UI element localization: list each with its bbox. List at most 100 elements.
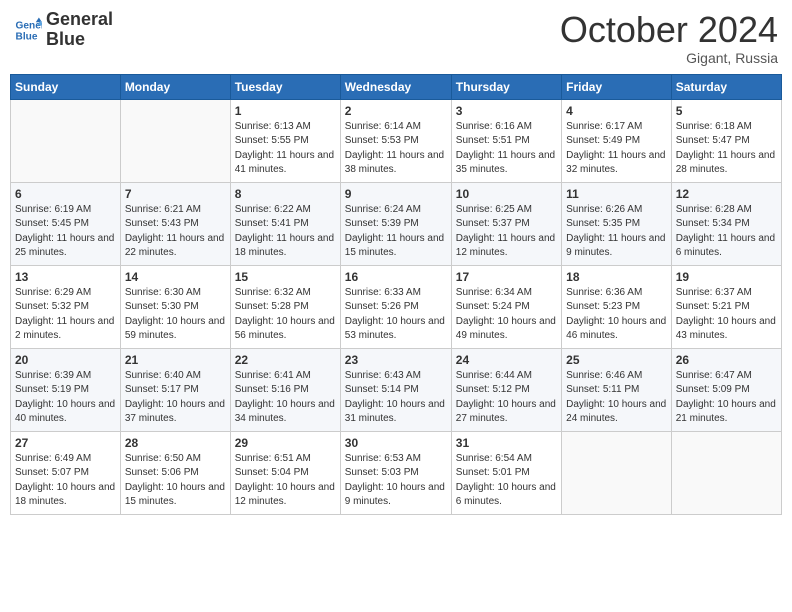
day-number: 24 bbox=[456, 353, 557, 367]
day-info: Sunrise: 6:16 AM Sunset: 5:51 PM Dayligh… bbox=[456, 120, 557, 178]
calendar-header-row: SundayMondayTuesdayWednesdayThursdayFrid… bbox=[11, 74, 782, 99]
calendar-cell bbox=[562, 431, 672, 514]
calendar-cell: 17 Sunrise: 6:34 AM Sunset: 5:24 PM Dayli… bbox=[451, 265, 561, 348]
calendar-cell: 27 Sunrise: 6:49 AM Sunset: 5:07 PM Dayli… bbox=[11, 431, 121, 514]
title-block: October 2024 Gigant, Russia bbox=[560, 10, 778, 66]
calendar-cell: 10 Sunrise: 6:25 AM Sunset: 5:37 PM Dayli… bbox=[451, 182, 561, 265]
calendar-cell: 30 Sunrise: 6:53 AM Sunset: 5:03 PM Dayli… bbox=[340, 431, 451, 514]
calendar-cell: 20Sunrise: 6:39 AM Sunset: 5:19 PM Dayli… bbox=[11, 348, 121, 431]
day-info: Sunrise: 6:29 AM Sunset: 5:32 PM Dayligh… bbox=[15, 286, 116, 344]
calendar-cell: 19 Sunrise: 6:37 AM Sunset: 5:21 PM Dayli… bbox=[671, 265, 781, 348]
calendar-cell: 16Sunrise: 6:33 AM Sunset: 5:26 PM Dayli… bbox=[340, 265, 451, 348]
day-number: 17 bbox=[456, 270, 557, 284]
header-wednesday: Wednesday bbox=[340, 74, 451, 99]
day-number: 26 bbox=[676, 353, 777, 367]
month-title: October 2024 bbox=[560, 10, 778, 50]
calendar-cell: 2Sunrise: 6:14 AM Sunset: 5:53 PM Daylig… bbox=[340, 99, 451, 182]
calendar-table: SundayMondayTuesdayWednesdayThursdayFrid… bbox=[10, 74, 782, 515]
day-number: 6 bbox=[15, 187, 116, 201]
calendar-cell: 28 Sunrise: 6:50 AM Sunset: 5:06 PM Dayli… bbox=[120, 431, 230, 514]
day-number: 11 bbox=[566, 187, 667, 201]
day-info: Sunrise: 6:21 AM Sunset: 5:43 PM Dayligh… bbox=[125, 203, 226, 261]
day-info: Sunrise: 6:36 AM Sunset: 5:23 PM Dayligh… bbox=[566, 286, 667, 344]
header-sunday: Sunday bbox=[11, 74, 121, 99]
day-number: 29 bbox=[235, 436, 336, 450]
calendar-cell: 7 Sunrise: 6:21 AM Sunset: 5:43 PM Daylig… bbox=[120, 182, 230, 265]
day-info: Sunrise: 6:54 AM Sunset: 5:01 PM Dayligh… bbox=[456, 452, 557, 510]
day-number: 23 bbox=[345, 353, 447, 367]
day-info: Sunrise: 6:41 AM Sunset: 5:16 PM Dayligh… bbox=[235, 369, 336, 427]
day-info: Sunrise: 6:14 AM Sunset: 5:53 PM Dayligh… bbox=[345, 120, 447, 178]
calendar-cell: 24 Sunrise: 6:44 AM Sunset: 5:12 PM Dayli… bbox=[451, 348, 561, 431]
day-number: 19 bbox=[676, 270, 777, 284]
calendar-cell: 23 Sunrise: 6:43 AM Sunset: 5:14 PM Dayli… bbox=[340, 348, 451, 431]
header-saturday: Saturday bbox=[671, 74, 781, 99]
day-number: 15 bbox=[235, 270, 336, 284]
day-info: Sunrise: 6:37 AM Sunset: 5:21 PM Dayligh… bbox=[676, 286, 777, 344]
calendar-cell: 15 Sunrise: 6:32 AM Sunset: 5:28 PM Dayli… bbox=[230, 265, 340, 348]
day-number: 4 bbox=[566, 104, 667, 118]
calendar-cell bbox=[671, 431, 781, 514]
day-info: Sunrise: 6:24 AM Sunset: 5:39 PM Dayligh… bbox=[345, 203, 447, 261]
calendar-cell bbox=[11, 99, 121, 182]
calendar-cell: 3 Sunrise: 6:16 AM Sunset: 5:51 PM Daylig… bbox=[451, 99, 561, 182]
calendar-week-row: 20Sunrise: 6:39 AM Sunset: 5:19 PM Dayli… bbox=[11, 348, 782, 431]
calendar-cell: 11Sunrise: 6:26 AM Sunset: 5:35 PM Dayli… bbox=[562, 182, 672, 265]
page-header: General Blue General Blue October 2024 G… bbox=[10, 10, 782, 66]
calendar-cell: 8Sunrise: 6:22 AM Sunset: 5:41 PM Daylig… bbox=[230, 182, 340, 265]
day-info: Sunrise: 6:51 AM Sunset: 5:04 PM Dayligh… bbox=[235, 452, 336, 510]
location: Gigant, Russia bbox=[560, 50, 778, 66]
calendar-cell: 29 Sunrise: 6:51 AM Sunset: 5:04 PM Dayli… bbox=[230, 431, 340, 514]
header-monday: Monday bbox=[120, 74, 230, 99]
day-number: 18 bbox=[566, 270, 667, 284]
logo: General Blue General Blue bbox=[14, 10, 113, 50]
day-number: 7 bbox=[125, 187, 226, 201]
day-info: Sunrise: 6:32 AM Sunset: 5:28 PM Dayligh… bbox=[235, 286, 336, 344]
calendar-cell: 13Sunrise: 6:29 AM Sunset: 5:32 PM Dayli… bbox=[11, 265, 121, 348]
day-number: 14 bbox=[125, 270, 226, 284]
day-info: Sunrise: 6:53 AM Sunset: 5:03 PM Dayligh… bbox=[345, 452, 447, 510]
day-info: Sunrise: 6:28 AM Sunset: 5:34 PM Dayligh… bbox=[676, 203, 777, 261]
logo-icon: General Blue bbox=[14, 16, 42, 44]
calendar-week-row: 13Sunrise: 6:29 AM Sunset: 5:32 PM Dayli… bbox=[11, 265, 782, 348]
day-info: Sunrise: 6:47 AM Sunset: 5:09 PM Dayligh… bbox=[676, 369, 777, 427]
calendar-cell: 18 Sunrise: 6:36 AM Sunset: 5:23 PM Dayli… bbox=[562, 265, 672, 348]
day-info: Sunrise: 6:50 AM Sunset: 5:06 PM Dayligh… bbox=[125, 452, 226, 510]
calendar-week-row: 27 Sunrise: 6:49 AM Sunset: 5:07 PM Dayli… bbox=[11, 431, 782, 514]
day-info: Sunrise: 6:19 AM Sunset: 5:45 PM Dayligh… bbox=[15, 203, 116, 261]
calendar-cell bbox=[120, 99, 230, 182]
day-info: Sunrise: 6:34 AM Sunset: 5:24 PM Dayligh… bbox=[456, 286, 557, 344]
calendar-cell: 21Sunrise: 6:40 AM Sunset: 5:17 PM Dayli… bbox=[120, 348, 230, 431]
day-info: Sunrise: 6:46 AM Sunset: 5:11 PM Dayligh… bbox=[566, 369, 667, 427]
day-info: Sunrise: 6:33 AM Sunset: 5:26 PM Dayligh… bbox=[345, 286, 447, 344]
day-info: Sunrise: 6:22 AM Sunset: 5:41 PM Dayligh… bbox=[235, 203, 336, 261]
calendar-cell: 31 Sunrise: 6:54 AM Sunset: 5:01 PM Dayli… bbox=[451, 431, 561, 514]
calendar-cell: 26 Sunrise: 6:47 AM Sunset: 5:09 PM Dayli… bbox=[671, 348, 781, 431]
calendar-cell: 12Sunrise: 6:28 AM Sunset: 5:34 PM Dayli… bbox=[671, 182, 781, 265]
header-friday: Friday bbox=[562, 74, 672, 99]
day-number: 30 bbox=[345, 436, 447, 450]
day-number: 10 bbox=[456, 187, 557, 201]
day-info: Sunrise: 6:13 AM Sunset: 5:55 PM Dayligh… bbox=[235, 120, 336, 178]
day-info: Sunrise: 6:39 AM Sunset: 5:19 PM Dayligh… bbox=[15, 369, 116, 427]
calendar-cell: 1Sunrise: 6:13 AM Sunset: 5:55 PM Daylig… bbox=[230, 99, 340, 182]
day-number: 3 bbox=[456, 104, 557, 118]
day-number: 27 bbox=[15, 436, 116, 450]
day-info: Sunrise: 6:25 AM Sunset: 5:37 PM Dayligh… bbox=[456, 203, 557, 261]
header-thursday: Thursday bbox=[451, 74, 561, 99]
calendar-cell: 22 Sunrise: 6:41 AM Sunset: 5:16 PM Dayli… bbox=[230, 348, 340, 431]
calendar-cell: 4 Sunrise: 6:17 AM Sunset: 5:49 PM Daylig… bbox=[562, 99, 672, 182]
day-number: 28 bbox=[125, 436, 226, 450]
day-info: Sunrise: 6:44 AM Sunset: 5:12 PM Dayligh… bbox=[456, 369, 557, 427]
logo-text: General Blue bbox=[46, 10, 113, 50]
day-info: Sunrise: 6:18 AM Sunset: 5:47 PM Dayligh… bbox=[676, 120, 777, 178]
day-info: Sunrise: 6:17 AM Sunset: 5:49 PM Dayligh… bbox=[566, 120, 667, 178]
calendar-cell: 9Sunrise: 6:24 AM Sunset: 5:39 PM Daylig… bbox=[340, 182, 451, 265]
day-number: 31 bbox=[456, 436, 557, 450]
calendar-cell: 5 Sunrise: 6:18 AM Sunset: 5:47 PM Daylig… bbox=[671, 99, 781, 182]
day-info: Sunrise: 6:49 AM Sunset: 5:07 PM Dayligh… bbox=[15, 452, 116, 510]
day-info: Sunrise: 6:43 AM Sunset: 5:14 PM Dayligh… bbox=[345, 369, 447, 427]
day-number: 22 bbox=[235, 353, 336, 367]
day-number: 5 bbox=[676, 104, 777, 118]
day-info: Sunrise: 6:40 AM Sunset: 5:17 PM Dayligh… bbox=[125, 369, 226, 427]
